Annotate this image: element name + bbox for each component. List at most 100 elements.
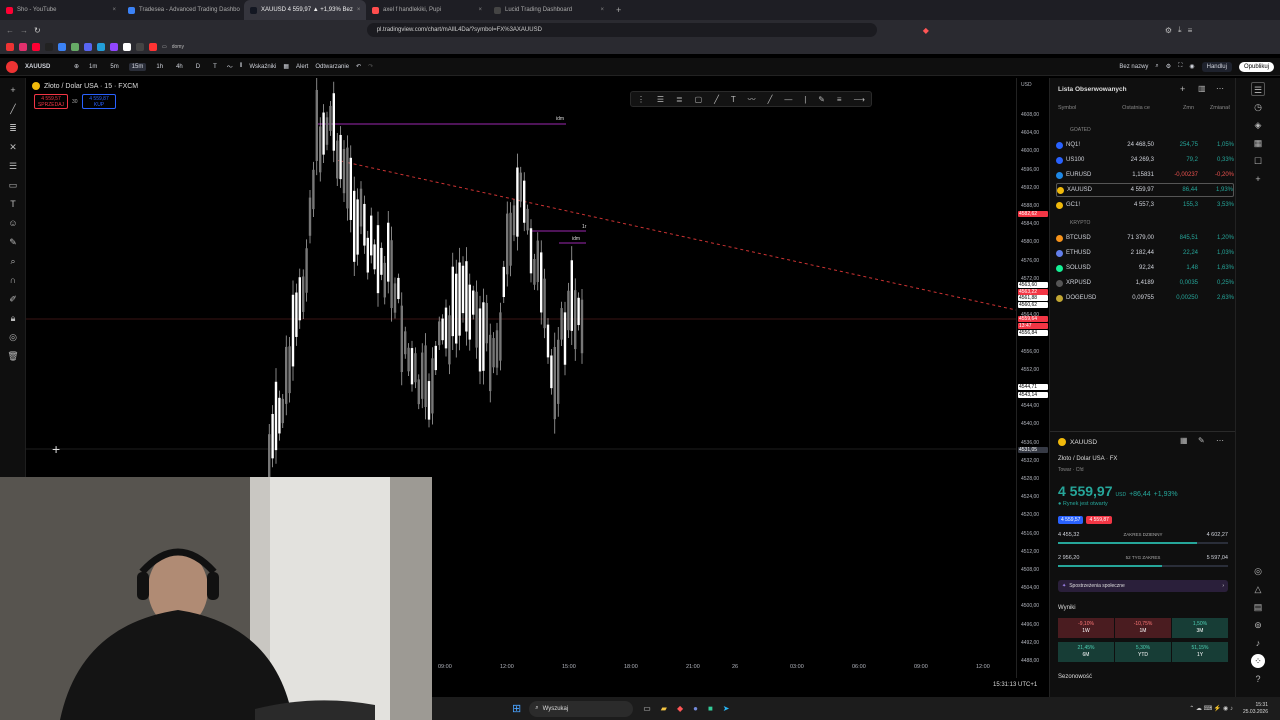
bookmark-icon[interactable] (97, 43, 105, 51)
publish-button[interactable]: Opublikuj (1238, 61, 1274, 72)
performance-cell[interactable]: 5,30% YTD (1115, 642, 1171, 662)
ruler-icon[interactable]: ✎ (6, 235, 20, 249)
taskbar-search[interactable]: ⌕ Wyszukaj (529, 700, 634, 717)
browser-tab[interactable]: Lucid Trading Dashboard × (488, 0, 610, 20)
bookmark-icon[interactable] (84, 43, 92, 51)
trendline-icon[interactable]: ╱ (6, 102, 20, 116)
performance-cell[interactable]: 51,15% 1Y (1172, 642, 1228, 662)
reload-icon[interactable]: ↻ (34, 26, 41, 35)
watchlist-row[interactable]: ETHUSD 2 182,44 22,24 1,03% (1056, 246, 1234, 260)
browser-tab[interactable]: XAUUSD 4 559,97 ▲ +1,93% Bez × (244, 0, 366, 20)
time-axis[interactable]: 09:00 12:00 15:00 18:00 21:00 26 03:00 06:00 09:… (434, 662, 1016, 674)
bookmark-folder-label[interactable]: domy (172, 44, 184, 50)
brave-icon[interactable]: ◆ (677, 704, 683, 713)
bid-chip[interactable]: 4 559,57 (1058, 516, 1084, 524)
close-tab-icon[interactable]: × (112, 7, 116, 13)
watchlist-row[interactable]: BTCUSD 71 379,00 845,51 1,20% (1056, 231, 1234, 245)
plus-icon[interactable]: + (1251, 172, 1265, 186)
bookmark-icon[interactable] (110, 43, 118, 51)
undo-icon[interactable]: ↶ (356, 63, 361, 70)
price-axis[interactable]: USD 4608,00 4604,00 4600,00 4596,00 4592,00 4… (1016, 78, 1048, 678)
layout-name[interactable]: Bez nazwy (1119, 64, 1148, 70)
sell-button[interactable]: 4 559,57 SPRZEDAJ (34, 94, 68, 109)
bookmark-icon[interactable] (45, 43, 53, 51)
magnet-icon[interactable]: ∩ (6, 273, 20, 287)
help-icon[interactable]: ? (1251, 672, 1265, 686)
candles-icon[interactable]: ⫴ (240, 63, 243, 70)
watchlist-row[interactable]: DOGEUSD 0,09755 0,00250 2,63% (1056, 291, 1234, 305)
fib-icon[interactable]: ≣ (6, 121, 20, 135)
rectangle-icon[interactable]: ▢ (695, 95, 703, 104)
bookmark-icon[interactable] (71, 43, 79, 51)
h-ray-icon[interactable]: ☰ (657, 95, 664, 104)
bookmark-icon[interactable] (149, 43, 157, 51)
camera-icon[interactable]: ◉ (1189, 63, 1194, 70)
bookmark-icon[interactable] (58, 43, 66, 51)
watchlist-title[interactable]: Lista Obserwowanych (1058, 86, 1127, 93)
watchlist-row[interactable]: US100 24 269,3 79,2 0,33% (1056, 153, 1234, 167)
alerts-clock-icon[interactable]: ◷ (1251, 100, 1265, 114)
timeframe-1m[interactable]: 1m (86, 63, 100, 71)
replay-button[interactable]: Odtwarzanie (315, 64, 349, 70)
forward-icon[interactable]: → (20, 26, 28, 35)
timeframe-t[interactable]: T (210, 63, 220, 71)
line-icon[interactable]: ╱ (714, 95, 719, 104)
section-goated[interactable]: GOATED (1070, 127, 1091, 133)
performance-cell[interactable]: -10,75% 1M (1115, 618, 1171, 638)
bell-icon[interactable]: ♪ (1251, 636, 1265, 650)
menu-icon[interactable]: ≡ (1188, 26, 1193, 35)
bookmark-icon[interactable] (136, 43, 144, 51)
ray-icon[interactable]: ╱ (768, 95, 773, 104)
vertical-line-icon[interactable]: | (804, 95, 806, 104)
watchlist-row[interactable]: GC1! 4 557,3 155,3 3,53% (1056, 198, 1234, 212)
col-change-pct[interactable]: Zmianaℓ (1194, 105, 1230, 111)
detail-name[interactable]: Złoto / Dolar USA (1058, 456, 1104, 462)
discord-icon[interactable]: ● (693, 704, 698, 713)
app-icon[interactable]: ■ (708, 704, 713, 713)
redo-icon[interactable]: ↷ (368, 63, 373, 70)
grid-icon[interactable]: ▦ (1180, 436, 1188, 445)
close-tab-icon[interactable]: × (600, 7, 604, 13)
pine-icon[interactable]: △ (1251, 582, 1265, 596)
buy-button[interactable]: 4 559,87 KUP (82, 94, 116, 109)
new-tab-icon[interactable]: + (616, 5, 621, 15)
ask-chip[interactable]: 4 559,87 (1086, 516, 1112, 524)
section-krypto[interactable]: KRYPTO (1070, 220, 1090, 226)
browser-tab[interactable]: Tradesea - Advanced Trading Dashbo× (122, 0, 244, 20)
path-icon[interactable]: 〰 (748, 94, 756, 105)
bookmark-icon[interactable] (123, 43, 131, 51)
brush-icon[interactable]: ✎ (818, 95, 825, 104)
task-view-icon[interactable]: ▭ (643, 704, 651, 713)
download-icon[interactable]: ⤓ (1178, 25, 1182, 35)
pencil-lock-icon[interactable]: ✐ (6, 292, 20, 306)
watchlist-row[interactable]: XRPUSD 1,4189 0,0035 0,25% (1056, 276, 1234, 290)
pattern-icon[interactable]: ✕ (6, 140, 20, 154)
text-tool-icon[interactable]: T (731, 95, 736, 104)
text-icon[interactable]: T (6, 197, 20, 211)
watchlist-row[interactable]: EURUSD 1,15831 -0,00237 -0,20% (1056, 168, 1234, 182)
trash-icon[interactable]: 🗑︎ (6, 349, 20, 363)
tray-icons[interactable]: ⌃ ☁ ⌨ ⚡ ◉ ♪ (1189, 705, 1233, 712)
watchlist-row[interactable]: XAUUSD 4 559,97 86,44 1,93% (1056, 183, 1234, 197)
edit-icon[interactable]: ✎ (1198, 436, 1205, 445)
timeframe-4h[interactable]: 4h (173, 63, 186, 71)
indicators-button[interactable]: Wskaźniki (249, 64, 276, 70)
symbol-search[interactable]: XAUUSD (25, 64, 67, 70)
tv-logo[interactable] (6, 60, 18, 73)
lock-icon[interactable]: 🔒︎ (6, 311, 20, 325)
add-symbol-icon[interactable]: ⊕ (74, 63, 79, 70)
col-change[interactable]: Zmn (1150, 105, 1194, 111)
timeframe-5m[interactable]: 5m (107, 63, 121, 71)
timeframe-15m[interactable]: 15m (128, 62, 147, 71)
browser-tab[interactable]: axel f handlekiki, Pupi × (366, 0, 488, 20)
broadcast-icon[interactable]: ⊚ (1251, 618, 1265, 632)
extensions-icon[interactable]: ⚙ (1165, 26, 1172, 35)
zoom-icon[interactable]: ⌕ (6, 254, 20, 268)
horizontal-line-icon[interactable]: — (784, 95, 792, 104)
back-icon[interactable]: ← (6, 26, 14, 35)
target-icon[interactable]: ◎ (1251, 564, 1265, 578)
brave-shield-icon[interactable]: ◆ (923, 26, 929, 35)
layout-grid-icon[interactable]: ▦ (283, 63, 289, 70)
bookmark-icon[interactable] (6, 43, 14, 51)
telegram-icon[interactable]: ➤ (723, 704, 730, 713)
